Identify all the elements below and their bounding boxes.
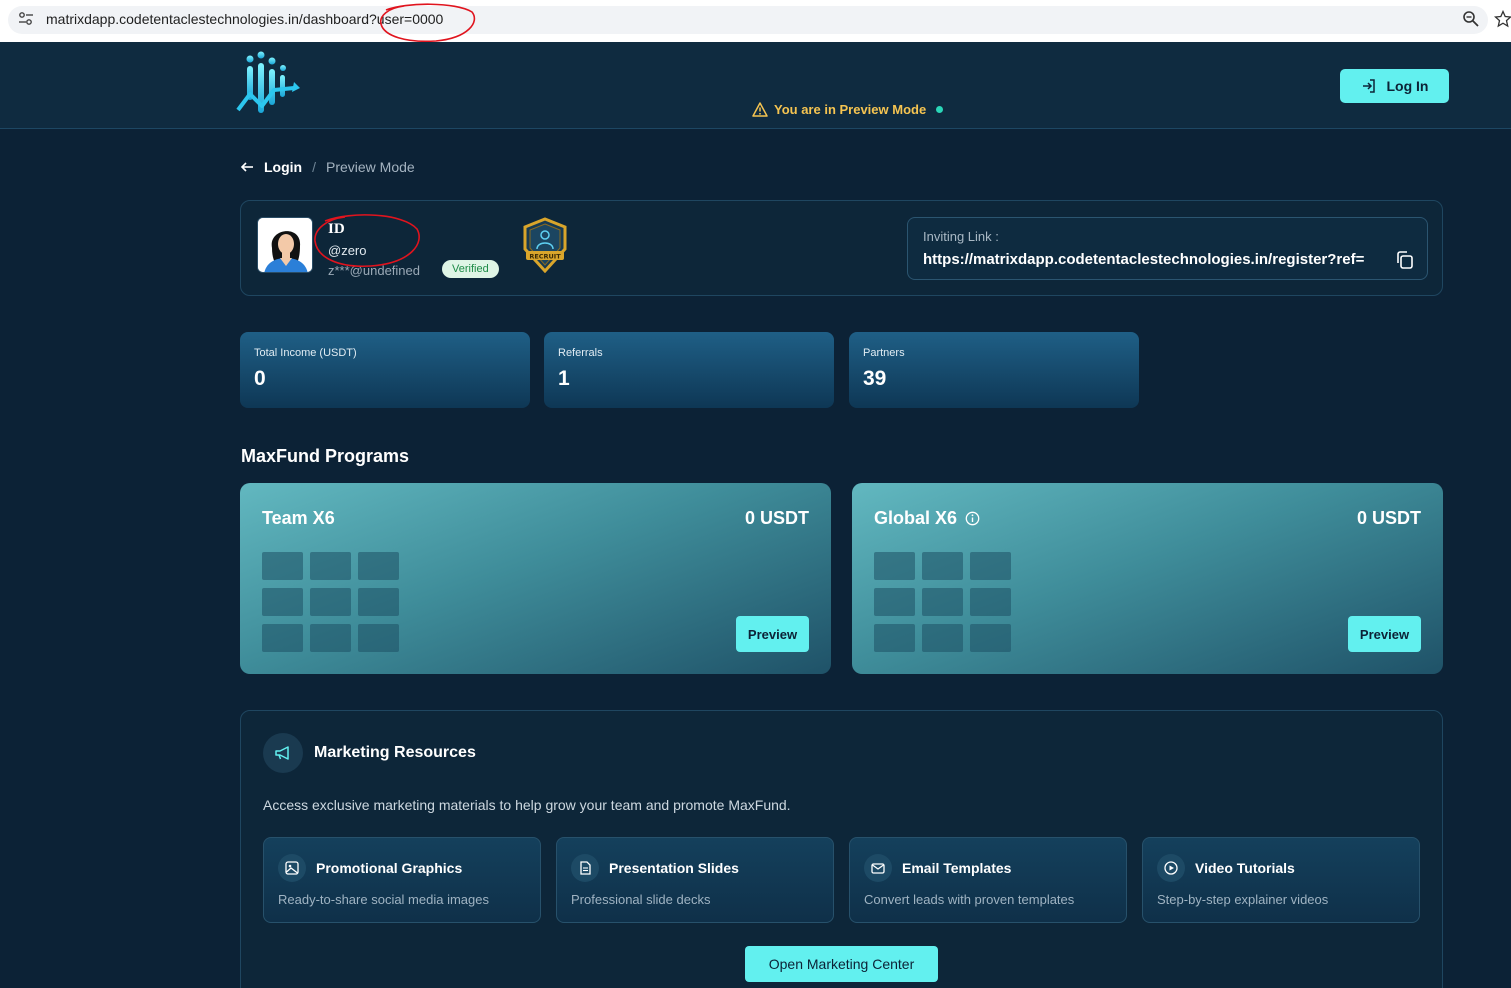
svg-text:RECRUIT: RECRUIT <box>529 253 561 261</box>
programs-section-title: MaxFund Programs <box>241 446 410 466</box>
avatar <box>257 217 313 273</box>
warning-icon <box>752 102 768 117</box>
matrix-slot <box>970 588 1011 616</box>
document-icon <box>571 854 599 882</box>
stat-value: 0 <box>254 367 266 390</box>
inviting-link-label: Inviting Link : <box>923 229 999 244</box>
app-logo-icon[interactable] <box>232 50 302 120</box>
matrix-slot <box>922 588 963 616</box>
matrix-slot <box>922 624 963 652</box>
site-settings-icon[interactable] <box>18 11 34 27</box>
matrix-slot <box>310 552 351 580</box>
program-amount: 0 USDT <box>1356 508 1421 528</box>
image-icon <box>278 854 306 882</box>
copy-icon[interactable] <box>1395 250 1415 270</box>
zoom-icon[interactable] <box>1462 10 1480 28</box>
megaphone-icon <box>275 746 289 760</box>
stat-label: Total Income (USDT) <box>254 347 357 359</box>
stat-label: Partners <box>863 347 905 359</box>
megaphone-icon-wrap <box>263 733 303 773</box>
matrix-slot <box>262 552 303 580</box>
resource-card-email-templates[interactable]: Email Templates Convert leads with prove… <box>849 837 1127 923</box>
marketing-description: Access exclusive marketing materials to … <box>263 797 791 813</box>
breadcrumb-login-link[interactable]: Login <box>264 159 302 175</box>
back-arrow-icon[interactable] <box>240 160 254 174</box>
open-marketing-center-button[interactable]: Open Marketing Center <box>745 946 938 982</box>
login-icon <box>1362 79 1375 93</box>
red-annotation-circle <box>314 214 420 267</box>
matrix-slot <box>262 624 303 652</box>
red-annotation-ellipse <box>379 3 476 43</box>
resource-card-presentation-slides[interactable]: Presentation Slides Professional slide d… <box>556 837 834 923</box>
resource-title: Email Templates <box>902 860 1012 876</box>
browser-url-bar: matrixdapp.codetentaclestechnologies.in/… <box>0 0 1511 43</box>
resource-title: Presentation Slides <box>609 860 739 876</box>
preview-button[interactable]: Preview <box>736 616 809 652</box>
resource-subtitle: Step-by-step explainer videos <box>1157 892 1329 907</box>
preview-mode-notice: You are in Preview Mode <box>752 102 944 117</box>
matrix-slot <box>358 624 399 652</box>
matrix-grid <box>262 552 399 652</box>
recruit-badge-icon: RECRUIT <box>523 217 567 273</box>
matrix-grid <box>874 552 1011 652</box>
stat-label: Referrals <box>558 347 603 359</box>
resource-title: Video Tutorials <box>1195 860 1295 876</box>
stat-card-referrals: Referrals 1 <box>544 332 834 408</box>
resource-card-video-tutorials[interactable]: Video Tutorials Step-by-step explainer v… <box>1142 837 1420 923</box>
app-header: You are in Preview Mode Log In <box>0 42 1511 129</box>
avatar-image <box>258 218 312 272</box>
info-icon[interactable] <box>965 511 980 526</box>
bookmark-star-icon[interactable] <box>1494 10 1511 28</box>
stat-card-total-income: Total Income (USDT) 0 <box>240 332 530 408</box>
stat-card-partners: Partners 39 <box>849 332 1139 408</box>
stat-value: 39 <box>863 367 887 390</box>
matrix-slot <box>262 588 303 616</box>
resource-subtitle: Ready-to-share social media images <box>278 892 489 907</box>
resource-title: Promotional Graphics <box>316 860 463 876</box>
program-amount: 0 USDT <box>744 508 809 528</box>
marketing-title: Marketing Resources <box>314 744 476 761</box>
mail-icon <box>864 854 892 882</box>
preview-notice-text: You are in Preview Mode <box>774 102 927 117</box>
matrix-slot <box>874 552 915 580</box>
resource-subtitle: Professional slide decks <box>571 892 711 907</box>
program-card-team-x6[interactable]: Team X6 0 USDT Preview <box>240 483 831 674</box>
inviting-link-url[interactable]: https://matrixdapp.codetentaclestechnolo… <box>923 251 1364 268</box>
play-icon <box>1157 854 1185 882</box>
breadcrumb-current: Preview Mode <box>326 159 415 175</box>
matrix-slot <box>874 588 915 616</box>
matrix-slot <box>970 552 1011 580</box>
program-name: Team X6 <box>262 508 335 529</box>
program-name-text: Team X6 <box>262 508 335 528</box>
status-dot <box>936 106 944 113</box>
resource-card-promotional-graphics[interactable]: Promotional Graphics Ready-to-share soci… <box>263 837 541 923</box>
matrix-slot <box>358 588 399 616</box>
resource-subtitle: Convert leads with proven templates <box>864 892 1075 907</box>
breadcrumb: Login / Preview Mode <box>240 159 415 175</box>
matrix-slot <box>310 588 351 616</box>
marketing-resources-card: Marketing Resources Access exclusive mar… <box>240 710 1443 988</box>
matrix-slot <box>970 624 1011 652</box>
program-name-text: Global X6 <box>874 508 958 528</box>
preview-button[interactable]: Preview <box>1348 616 1421 652</box>
matrix-slot <box>922 552 963 580</box>
login-button[interactable]: Log In <box>1340 69 1449 103</box>
breadcrumb-separator: / <box>312 159 316 175</box>
matrix-slot <box>310 624 351 652</box>
matrix-slot <box>874 624 915 652</box>
verified-badge: Verified <box>442 260 499 278</box>
program-card-global-x6[interactable]: Global X6 0 USDT Preview <box>852 483 1443 674</box>
inviting-link-box: Inviting Link : https://matrixdapp.codet… <box>907 217 1428 280</box>
stat-value: 1 <box>558 367 570 390</box>
program-name: Global X6 <box>874 508 980 529</box>
login-button-label: Log In <box>1386 78 1429 94</box>
profile-card: ID @zero z***@undefined Verified RECRUIT… <box>240 200 1443 296</box>
matrix-slot <box>358 552 399 580</box>
